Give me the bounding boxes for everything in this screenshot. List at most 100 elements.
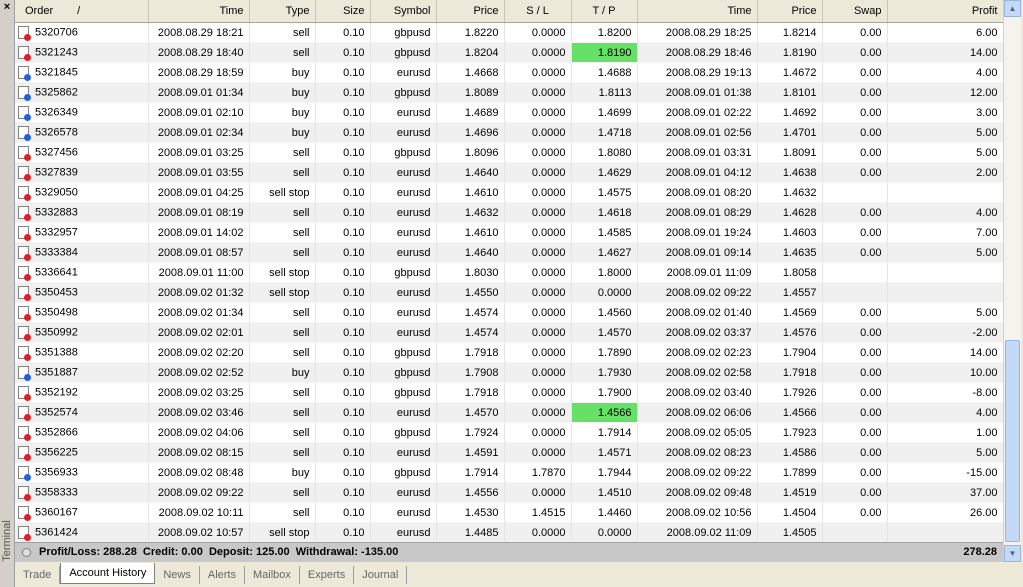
open-time-cell: 2008.09.01 03:55 xyxy=(148,162,250,183)
type-cell: sell xyxy=(249,302,316,323)
column-header-symbol[interactable]: Symbol xyxy=(370,0,437,23)
profit-cell: 4.00 xyxy=(887,202,1003,223)
column-header-take-profit[interactable]: T / P xyxy=(571,0,638,23)
column-header-size[interactable]: Size xyxy=(315,0,371,23)
column-header-profit[interactable]: Profit xyxy=(887,0,1003,23)
order-cell: 5360167 xyxy=(15,502,149,523)
table-row[interactable]: 5351388 2008.09.02 02:20 sell 0.10 gbpusd 1.7… xyxy=(15,342,1003,363)
table-row[interactable]: 5361424 2008.09.02 10:57 sell stop 0.10 euru… xyxy=(15,522,1003,543)
tab-account-history[interactable]: Account History xyxy=(60,563,156,584)
profit-cell: 3.00 xyxy=(887,102,1003,123)
table-row[interactable]: 5327456 2008.09.01 03:25 sell 0.10 gbpusd 1.8… xyxy=(15,142,1003,163)
tab-trade[interactable]: Trade xyxy=(15,566,61,584)
type-cell: buy xyxy=(249,102,316,123)
stop-loss-cell: 0.0000 xyxy=(504,482,572,503)
type-cell: sell xyxy=(249,442,316,463)
tab-alerts[interactable]: Alerts xyxy=(200,566,245,584)
take-profit-cell: 1.7914 xyxy=(571,422,638,443)
swap-cell: 0.00 xyxy=(822,502,888,523)
vertical-scrollbar[interactable]: ▲ ▼ xyxy=(1003,0,1021,562)
table-row[interactable]: 5350453 2008.09.02 01:32 sell stop 0.10 euru… xyxy=(15,282,1003,303)
sell-order-icon xyxy=(18,206,31,221)
swap-cell: 0.00 xyxy=(822,162,888,183)
size-cell: 0.10 xyxy=(315,302,371,323)
tab-experts[interactable]: Experts xyxy=(300,566,355,584)
buy-order-icon xyxy=(18,66,31,81)
take-profit-cell: 1.8200 xyxy=(571,22,638,43)
swap-cell: 0.00 xyxy=(822,422,888,443)
profit-cell: 6.00 xyxy=(887,22,1003,43)
column-header-order[interactable]: Order / xyxy=(15,0,149,23)
price-cell: 1.4530 xyxy=(436,502,505,523)
column-header-stop-loss[interactable]: S / L xyxy=(504,0,572,23)
size-cell: 0.10 xyxy=(315,482,371,503)
swap-cell: 0.00 xyxy=(822,202,888,223)
price-cell: 1.4485 xyxy=(436,522,505,543)
size-cell: 0.10 xyxy=(315,122,371,143)
table-row[interactable]: 5336641 2008.09.01 11:00 sell stop 0.10 gbpu… xyxy=(15,262,1003,283)
symbol-cell: gbpusd xyxy=(370,42,437,63)
column-header-close-time[interactable]: Time xyxy=(637,0,758,23)
table-row[interactable]: 5326349 2008.09.01 02:10 buy 0.10 eurusd 1.46… xyxy=(15,102,1003,123)
open-time-cell: 2008.09.02 03:25 xyxy=(148,382,250,403)
price-cell: 1.4610 xyxy=(436,222,505,243)
order-cell: 5326578 xyxy=(15,122,149,143)
take-profit-cell: 1.4585 xyxy=(571,222,638,243)
table-row[interactable]: 5333384 2008.09.01 08:57 sell 0.10 eurusd 1.4… xyxy=(15,242,1003,263)
price-cell: 1.4574 xyxy=(436,322,505,343)
symbol-cell: eurusd xyxy=(370,482,437,503)
table-row[interactable]: 5351887 2008.09.02 02:52 buy 0.10 gbpusd 1.79… xyxy=(15,362,1003,383)
close-icon[interactable]: × xyxy=(2,2,12,13)
table-row[interactable]: 5332883 2008.09.01 08:19 sell 0.10 eurusd 1.4… xyxy=(15,202,1003,223)
table-row[interactable]: 5350992 2008.09.02 02:01 sell 0.10 eurusd 1.4… xyxy=(15,322,1003,343)
table-row[interactable]: 5325862 2008.09.01 01:34 buy 0.10 gbpusd 1.80… xyxy=(15,82,1003,103)
close-time-cell: 2008.09.02 06:06 xyxy=(637,402,758,423)
table-row[interactable]: 5352574 2008.09.02 03:46 sell 0.10 eurusd 1.4… xyxy=(15,402,1003,423)
column-header-type[interactable]: Type xyxy=(249,0,316,23)
swap-cell: 0.00 xyxy=(822,302,888,323)
order-cell: 5352192 xyxy=(15,382,149,403)
tab-mailbox[interactable]: Mailbox xyxy=(245,566,300,584)
table-row[interactable]: 5350498 2008.09.02 01:34 sell 0.10 eurusd 1.4… xyxy=(15,302,1003,323)
symbol-cell: gbpusd xyxy=(370,262,437,283)
table-row[interactable]: 5326578 2008.09.01 02:34 buy 0.10 eurusd 1.46… xyxy=(15,122,1003,143)
symbol-cell: eurusd xyxy=(370,522,437,543)
table-row[interactable]: 5356933 2008.09.02 08:48 buy 0.10 gbpusd 1.79… xyxy=(15,462,1003,483)
price-cell: 1.4632 xyxy=(436,202,505,223)
scroll-up-arrow-icon[interactable]: ▲ xyxy=(1004,0,1021,17)
scroll-down-arrow-icon[interactable]: ▼ xyxy=(1004,545,1021,562)
swap-cell: 0.00 xyxy=(822,242,888,263)
open-time-cell: 2008.09.02 02:52 xyxy=(148,362,250,383)
price-cell: 1.7914 xyxy=(436,462,505,483)
table-row[interactable]: 5360167 2008.09.02 10:11 sell 0.10 eurusd 1.4… xyxy=(15,502,1003,523)
table-row[interactable]: 5352866 2008.09.02 04:06 sell 0.10 gbpusd 1.7… xyxy=(15,422,1003,443)
size-cell: 0.10 xyxy=(315,22,371,43)
take-profit-cell: 1.4718 xyxy=(571,122,638,143)
column-header-price[interactable]: Price xyxy=(436,0,505,23)
column-header-open-time[interactable]: Time xyxy=(148,0,250,23)
stop-loss-cell: 0.0000 xyxy=(504,282,572,303)
table-row[interactable]: 5356225 2008.09.02 08:15 sell 0.10 eurusd 1.4… xyxy=(15,442,1003,463)
order-cell: 5329050 xyxy=(15,182,149,203)
column-header-close-price[interactable]: Price xyxy=(757,0,823,23)
tab-journal[interactable]: Journal xyxy=(354,566,408,584)
table-row[interactable]: 5352192 2008.09.02 03:25 sell 0.10 gbpusd 1.7… xyxy=(15,382,1003,403)
scroll-thumb[interactable] xyxy=(1005,340,1020,542)
take-profit-cell: 1.8113 xyxy=(571,82,638,103)
swap-cell: 0.00 xyxy=(822,402,888,423)
column-header-swap[interactable]: Swap xyxy=(822,0,888,23)
take-profit-cell: 0.0000 xyxy=(571,282,638,303)
sell-order-icon xyxy=(18,186,31,201)
table-row[interactable]: 5321845 2008.08.29 18:59 buy 0.10 eurusd 1.46… xyxy=(15,62,1003,83)
tab-news[interactable]: News xyxy=(155,566,200,584)
table-row[interactable]: 5358333 2008.09.02 09:22 sell 0.10 eurusd 1.4… xyxy=(15,482,1003,503)
table-row[interactable]: 5320706 2008.08.29 18:21 sell 0.10 gbpusd 1.8… xyxy=(15,22,1003,43)
order-cell: 5326349 xyxy=(15,102,149,123)
price-cell: 1.8220 xyxy=(436,22,505,43)
open-time-cell: 2008.09.02 01:32 xyxy=(148,282,250,303)
table-row[interactable]: 5332957 2008.09.01 14:02 sell 0.10 eurusd 1.4… xyxy=(15,222,1003,243)
close-time-cell: 2008.09.02 11:09 xyxy=(637,522,758,543)
table-row[interactable]: 5329050 2008.09.01 04:25 sell stop 0.10 euru… xyxy=(15,182,1003,203)
table-row[interactable]: 5327839 2008.09.01 03:55 sell 0.10 eurusd 1.4… xyxy=(15,162,1003,183)
table-row[interactable]: 5321243 2008.08.29 18:40 sell 0.10 gbpusd 1.8… xyxy=(15,42,1003,63)
